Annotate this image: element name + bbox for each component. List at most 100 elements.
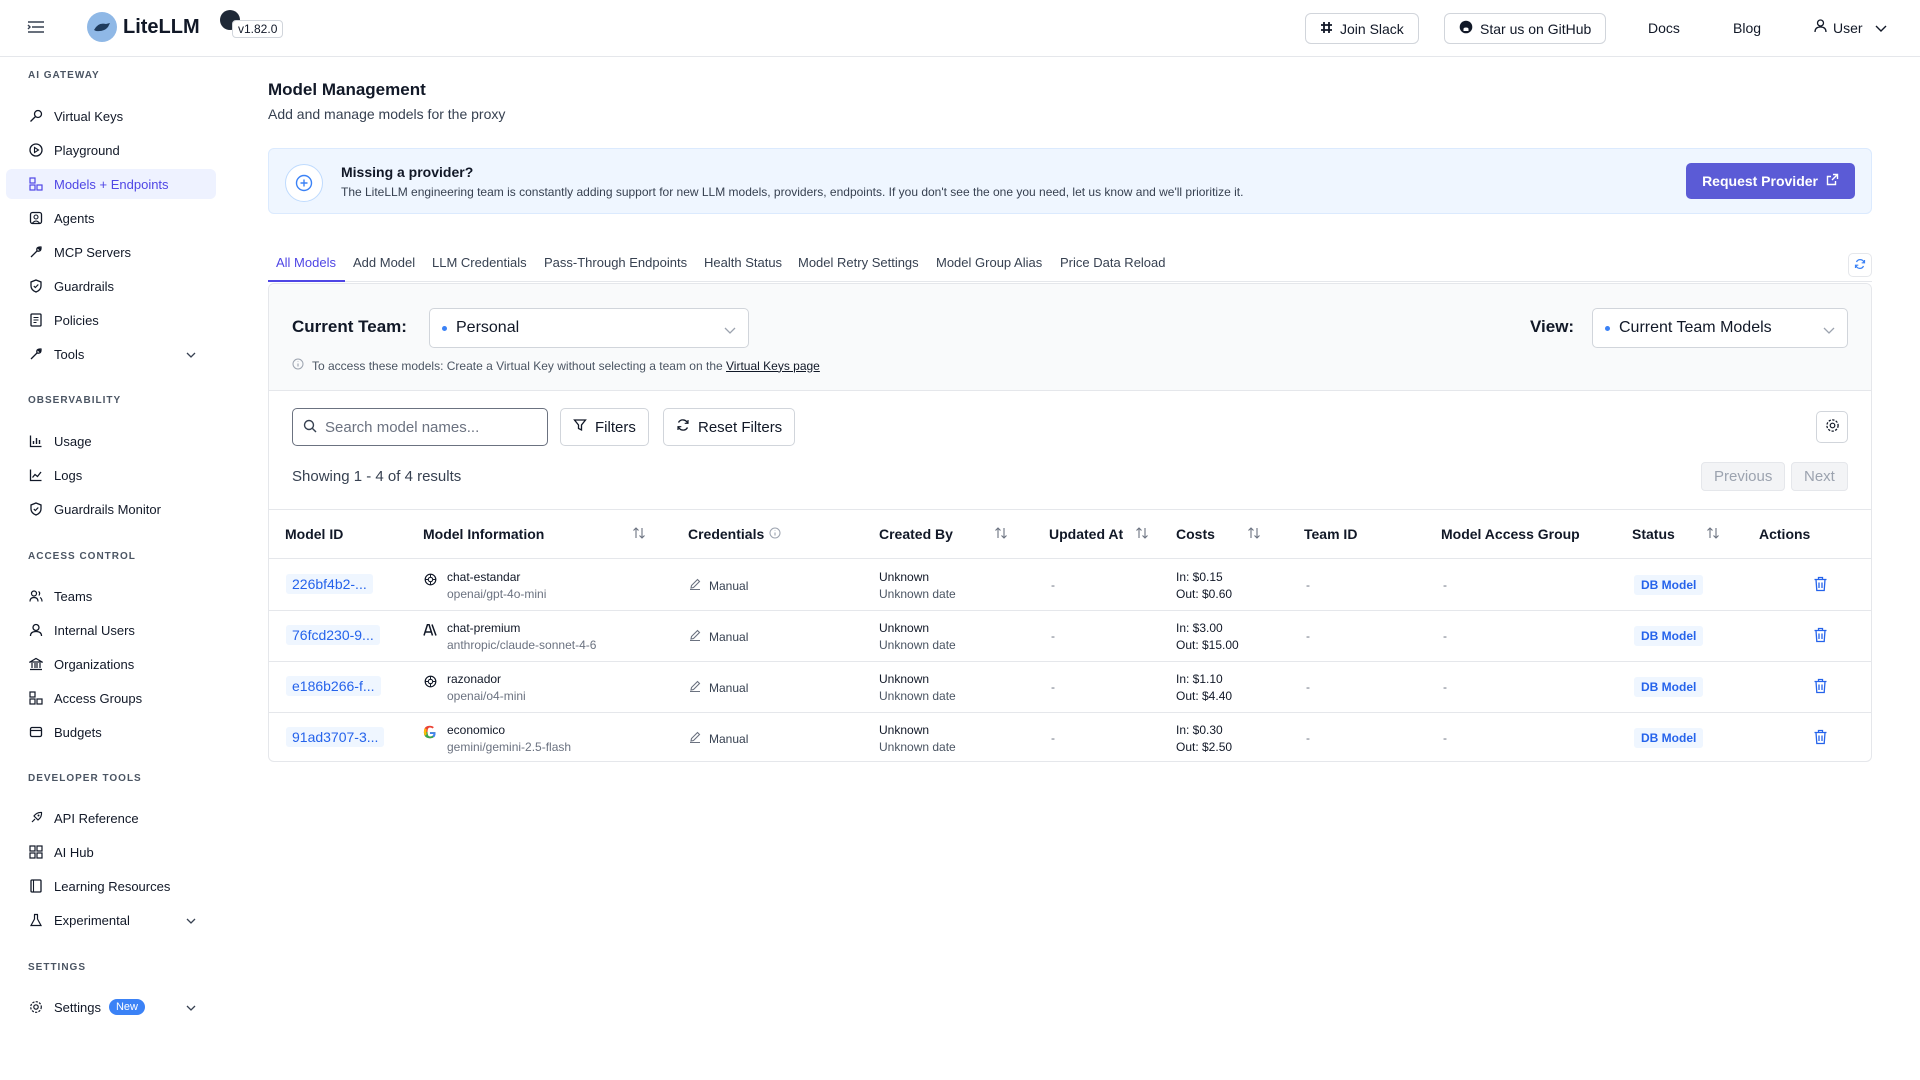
new-badge: New bbox=[108, 999, 145, 1015]
tab-llm-credentials[interactable]: LLM Credentials bbox=[432, 255, 527, 270]
sort-icon[interactable] bbox=[994, 526, 1008, 543]
trash-icon[interactable] bbox=[1813, 576, 1828, 595]
sidebar-item-internal-users[interactable]: Internal Users bbox=[6, 615, 216, 645]
star-github-label: Star us on GitHub bbox=[1480, 20, 1592, 37]
request-provider-button[interactable]: Request Provider bbox=[1686, 163, 1855, 199]
menu-toggle-icon[interactable] bbox=[27, 18, 45, 36]
sidebar-item-api-reference[interactable]: API Reference bbox=[6, 803, 216, 833]
header-credentials[interactable]: Credentials bbox=[688, 526, 781, 542]
tab-pass-through-endpoints[interactable]: Pass-Through Endpoints bbox=[544, 255, 687, 270]
model-name: chat-estandar bbox=[447, 570, 521, 584]
refresh-button[interactable] bbox=[1848, 253, 1872, 277]
previous-button[interactable]: Previous bbox=[1701, 462, 1786, 491]
user-menu[interactable]: User bbox=[1814, 19, 1887, 36]
trash-icon[interactable] bbox=[1813, 729, 1828, 748]
header-costs[interactable]: Costs bbox=[1176, 526, 1215, 542]
header-model-id[interactable]: Model ID bbox=[285, 526, 343, 542]
sidebar-item-ai-hub[interactable]: AI Hub bbox=[6, 837, 216, 867]
credential-cell: Manual bbox=[689, 680, 748, 695]
sidebar-item-virtual-keys[interactable]: Virtual Keys bbox=[6, 101, 216, 131]
reset-icon bbox=[676, 418, 690, 436]
created-by: Unknown bbox=[879, 621, 930, 635]
access-group: - bbox=[1443, 578, 1447, 592]
trash-icon[interactable] bbox=[1813, 678, 1828, 697]
anthropic-icon bbox=[423, 623, 437, 637]
model-id-link[interactable]: e186b266-f... bbox=[286, 676, 381, 696]
blog-link[interactable]: Blog bbox=[1733, 20, 1761, 36]
join-slack-button[interactable]: Join Slack bbox=[1305, 13, 1419, 44]
current-team-select[interactable]: Personal bbox=[429, 308, 749, 348]
credential-label: Manual bbox=[709, 731, 749, 746]
sidebar-item-access-groups[interactable]: Access Groups bbox=[6, 683, 216, 713]
sort-icon[interactable] bbox=[1706, 526, 1720, 543]
sidebar-item-label: Logs bbox=[54, 467, 83, 483]
team-id: - bbox=[1306, 629, 1310, 643]
cost-input: In: $1.10 bbox=[1176, 672, 1223, 686]
virtual-keys-page-link[interactable]: Virtual Keys page bbox=[726, 359, 820, 373]
google-icon bbox=[423, 725, 437, 739]
section-ai-gateway: AI GATEWAY bbox=[28, 70, 100, 81]
sidebar-item-models[interactable]: Models + Endpoints bbox=[6, 169, 216, 199]
sidebar-item-label: Internal Users bbox=[54, 622, 135, 638]
model-id-link[interactable]: 91ad3707-3... bbox=[286, 727, 385, 747]
current-team-label: Current Team: bbox=[292, 317, 407, 336]
sidebar-item-policies[interactable]: Policies bbox=[6, 305, 216, 335]
sidebar-item-budgets[interactable]: Budgets bbox=[6, 717, 216, 747]
blocks-icon bbox=[28, 176, 44, 192]
next-button[interactable]: Next bbox=[1791, 462, 1848, 491]
section-developer-tools: DEVELOPER TOOLS bbox=[28, 773, 142, 784]
tab-price-data-reload[interactable]: Price Data Reload bbox=[1060, 255, 1166, 270]
sidebar-item-experimental[interactable]: Experimental bbox=[6, 905, 216, 935]
sort-icon[interactable] bbox=[632, 526, 646, 543]
search-field[interactable] bbox=[325, 418, 525, 436]
litellm-logo[interactable]: LiteLLM bbox=[87, 12, 200, 42]
banner-title: Missing a provider? bbox=[341, 164, 474, 180]
sort-icon[interactable] bbox=[1247, 526, 1261, 543]
tab-all-models[interactable]: All Models bbox=[276, 255, 336, 270]
sidebar-item-logs[interactable]: Logs bbox=[6, 460, 216, 490]
trash-icon[interactable] bbox=[1813, 627, 1828, 646]
page-title: Model Management bbox=[268, 80, 426, 99]
sort-icon[interactable] bbox=[1135, 526, 1149, 543]
tab-add-model[interactable]: Add Model bbox=[353, 255, 415, 270]
docs-link[interactable]: Docs bbox=[1648, 20, 1680, 36]
reset-filters-button[interactable]: Reset Filters bbox=[663, 408, 796, 446]
sidebar-item-agents[interactable]: Agents bbox=[6, 203, 216, 233]
header-updated-at[interactable]: Updated At bbox=[1049, 526, 1123, 542]
sidebar-item-tools[interactable]: Tools bbox=[6, 339, 216, 369]
sidebar-item-settings[interactable]: Settings New bbox=[6, 992, 216, 1022]
table-settings-button[interactable] bbox=[1816, 411, 1848, 443]
sidebar-item-usage[interactable]: Usage bbox=[6, 426, 216, 456]
sidebar-item-guardrails[interactable]: Guardrails bbox=[6, 271, 216, 301]
cost-input: In: $0.15 bbox=[1176, 570, 1223, 584]
search-input[interactable] bbox=[292, 408, 548, 446]
model-id-link[interactable]: 76fcd230-9... bbox=[286, 625, 380, 645]
star-github-button[interactable]: Star us on GitHub bbox=[1444, 13, 1607, 44]
tab-model-group-alias[interactable]: Model Group Alias bbox=[936, 255, 1042, 270]
sidebar-item-mcp-servers[interactable]: MCP Servers bbox=[6, 237, 216, 267]
table-row: 76fcd230-9... chat-premium anthropic/cla… bbox=[269, 611, 1871, 662]
header-created-by[interactable]: Created By bbox=[879, 526, 953, 542]
cost-output: Out: $0.60 bbox=[1176, 587, 1233, 601]
sidebar-item-organizations[interactable]: Organizations bbox=[6, 649, 216, 679]
header-model-access-group[interactable]: Model Access Group bbox=[1441, 526, 1580, 542]
model-id-link[interactable]: 226bf4b2-... bbox=[286, 574, 373, 594]
sidebar-item-guardrails-monitor[interactable]: Guardrails Monitor bbox=[6, 494, 216, 524]
header-model-information[interactable]: Model Information bbox=[423, 526, 544, 542]
view-dot bbox=[1605, 325, 1610, 331]
sidebar-item-teams[interactable]: Teams bbox=[6, 581, 216, 611]
header-team-id[interactable]: Team ID bbox=[1304, 526, 1357, 542]
request-provider-label: Request Provider bbox=[1702, 173, 1818, 189]
view-select[interactable]: Current Team Models bbox=[1592, 308, 1848, 348]
header-status[interactable]: Status bbox=[1632, 526, 1675, 542]
model-path: openai/o4-mini bbox=[447, 689, 526, 703]
shield-check-icon bbox=[28, 501, 44, 517]
tab-model-retry-settings[interactable]: Model Retry Settings bbox=[798, 255, 919, 270]
tab-health-status[interactable]: Health Status bbox=[704, 255, 782, 270]
filters-button[interactable]: Filters bbox=[560, 408, 649, 446]
sidebar-item-playground[interactable]: Playground bbox=[6, 135, 216, 165]
sidebar-item-learning-resources[interactable]: Learning Resources bbox=[6, 871, 216, 901]
credential-cell: Manual bbox=[689, 629, 748, 644]
user-icon bbox=[1814, 19, 1827, 36]
access-group: - bbox=[1443, 731, 1447, 745]
